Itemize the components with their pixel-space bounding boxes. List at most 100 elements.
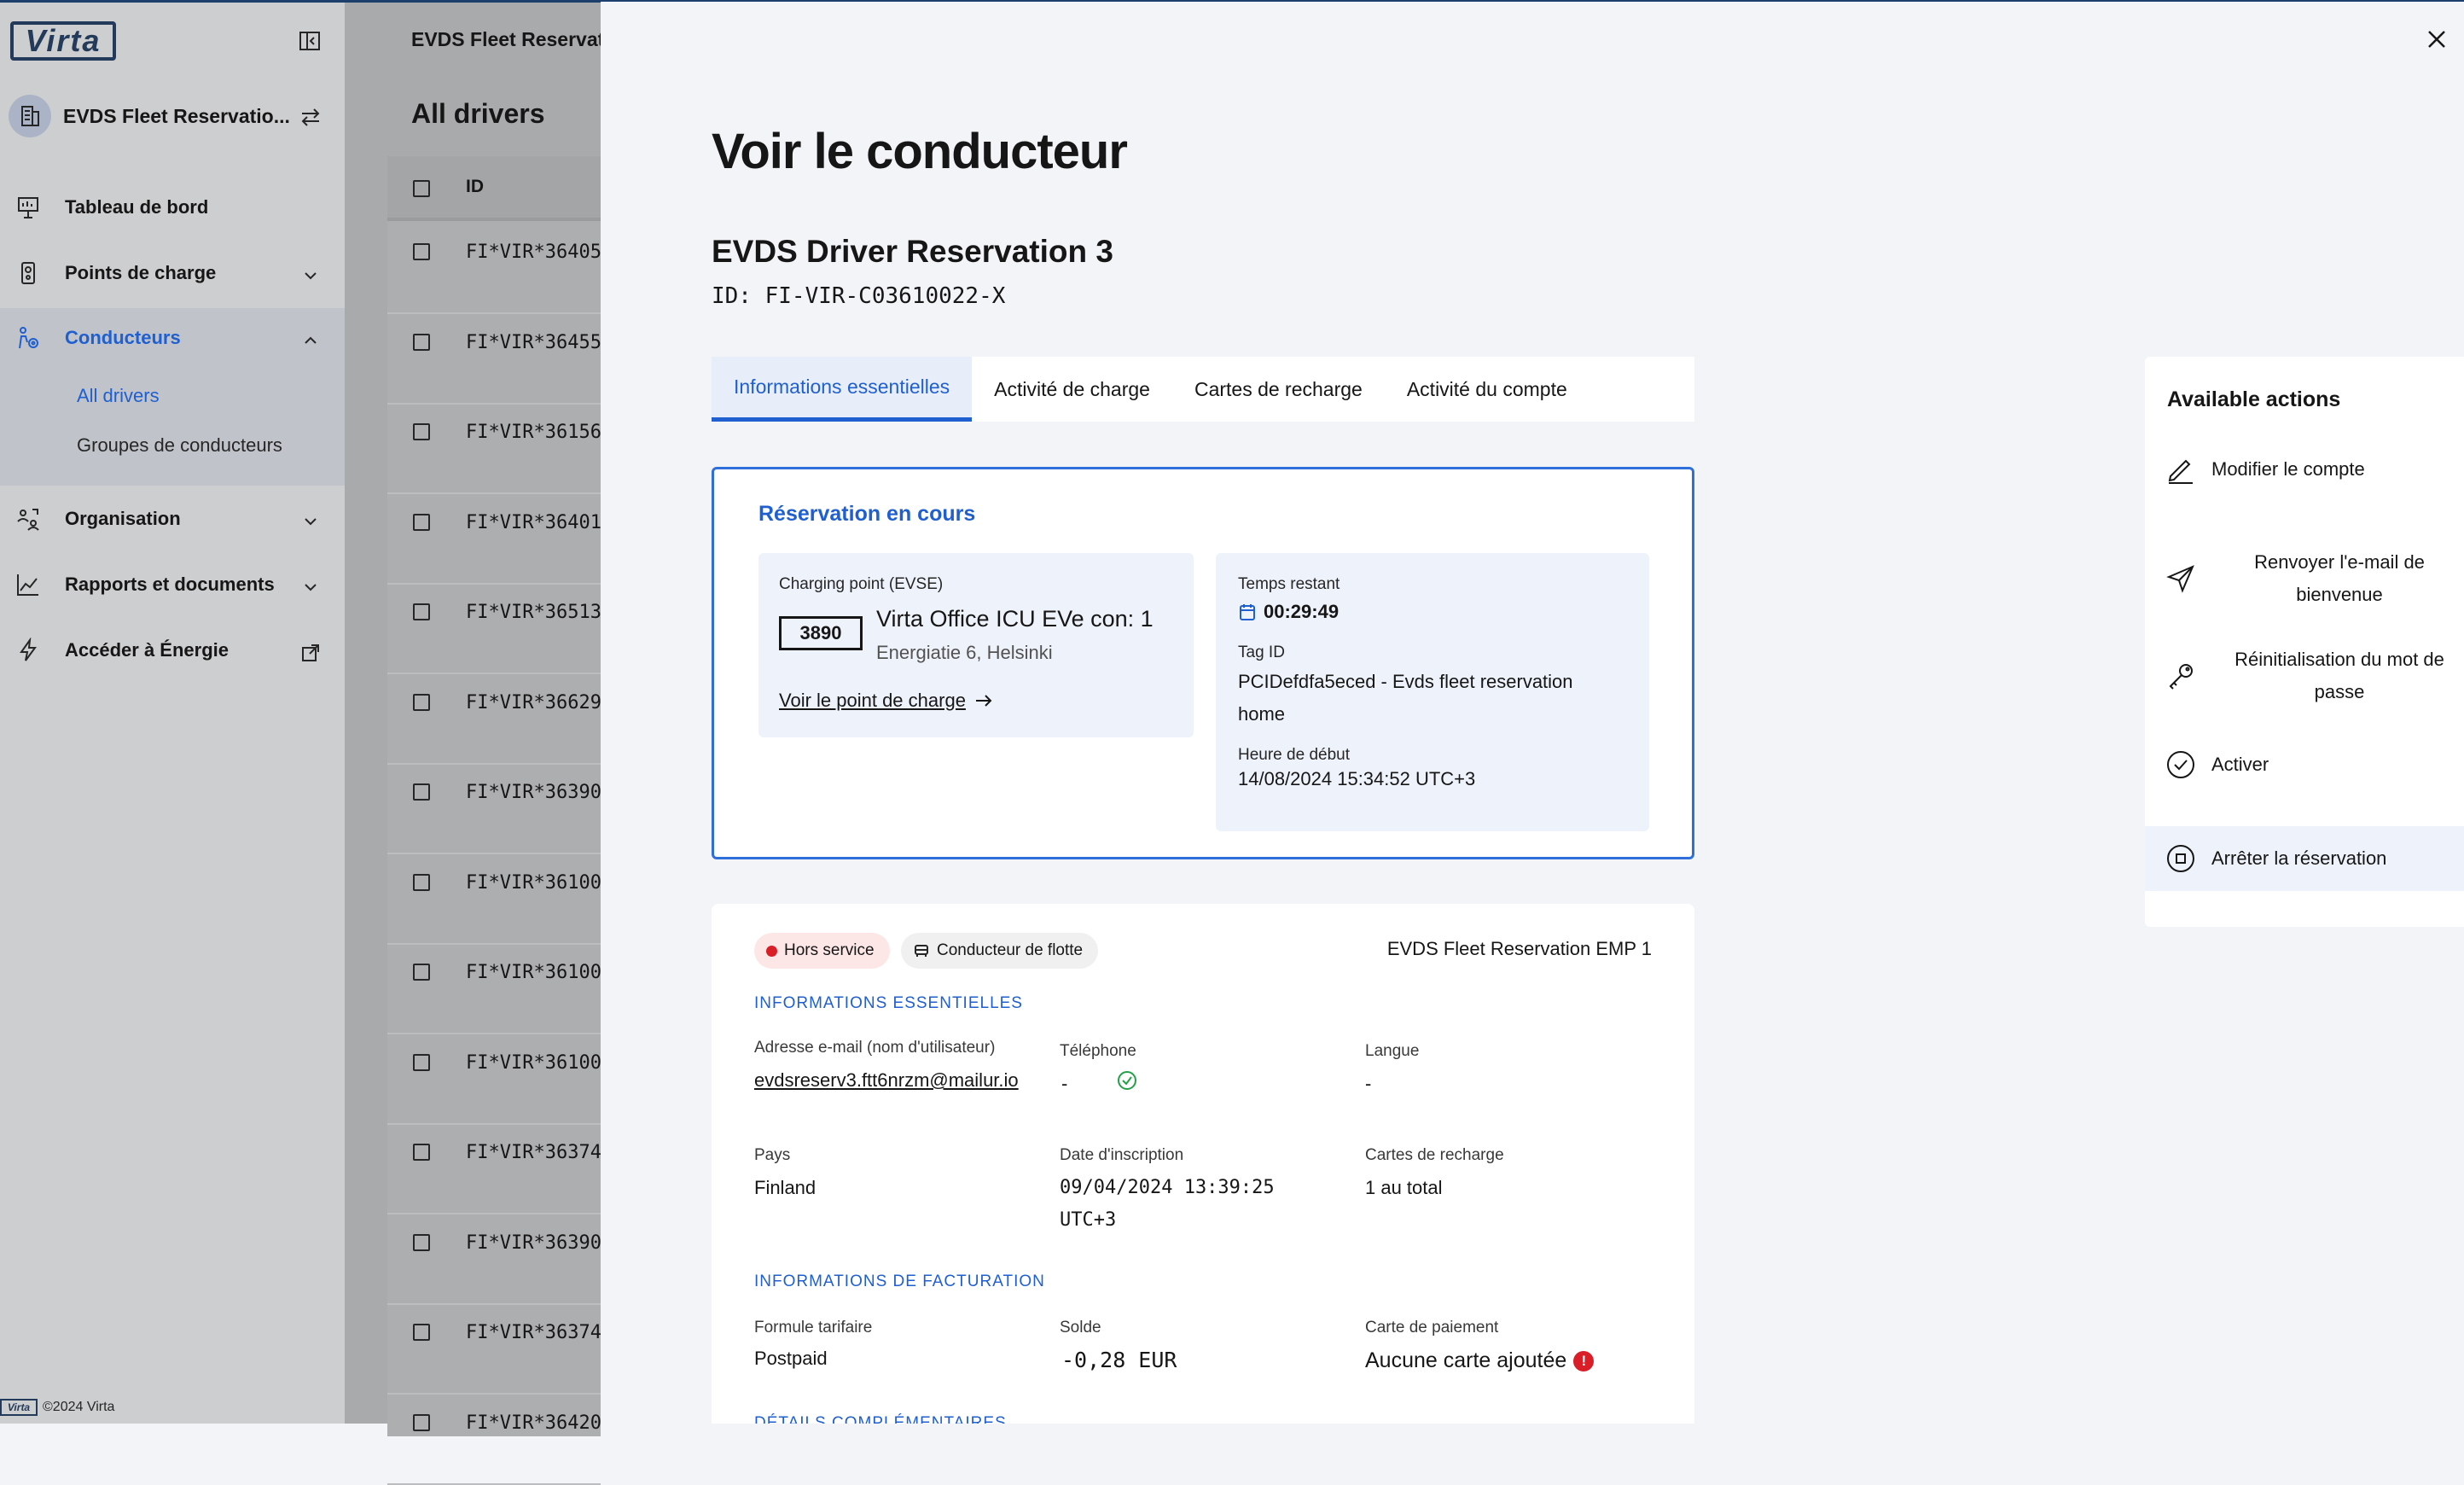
edit-account-action[interactable]: Modifier le compte	[2145, 442, 2464, 497]
reservation-title: Réservation en cours	[758, 502, 976, 526]
row-checkbox[interactable]	[413, 693, 430, 711]
phone-label: Téléphone	[1060, 1042, 1136, 1060]
table-row[interactable]: FI*VIR*36420	[387, 1395, 601, 1485]
virta-logo[interactable]: Virta	[10, 21, 116, 61]
verified-check-icon	[1116, 1069, 1138, 1092]
table-row[interactable]: FI*VIR*36455	[387, 315, 601, 405]
phone-value: -	[1061, 1073, 1068, 1094]
resend-welcome-email-action[interactable]: Renvoyer l'e-mail de bienvenue	[2145, 544, 2464, 613]
nav-organization[interactable]: Organisation	[0, 489, 345, 549]
employer-name: EVDS Fleet Reservation EMP 1	[1386, 938, 1652, 959]
organization-switcher[interactable]: EVDS Fleet Reservatio...	[0, 91, 345, 143]
submenu-driver-groups[interactable]: Groupes de conducteurs	[77, 434, 282, 457]
tab-bar: Informations essentielles Activité de ch…	[712, 357, 1694, 422]
table-row[interactable]: FI*VIR*36405	[387, 224, 601, 314]
status-badge: Hors service	[754, 933, 890, 969]
section-additional-details: DÉTAILS COMPLÉMENTAIRES	[754, 1414, 1007, 1424]
nav-label: Tableau de bord	[65, 196, 209, 218]
email-value[interactable]: evdsreserv3.ftt6nrzm@mailur.io	[754, 1064, 1027, 1097]
switch-arrows-icon[interactable]	[299, 105, 323, 129]
action-label: Renvoyer l'e-mail de bienvenue	[2254, 551, 2425, 605]
tag-id-label: Tag ID	[1238, 644, 1285, 661]
table-row[interactable]: FI*VIR*36100	[387, 1035, 601, 1125]
reset-password-action[interactable]: Réinitialisation du mot de passe	[2145, 642, 2464, 710]
nav-drivers[interactable]: Conducteurs	[0, 308, 345, 368]
table-row[interactable]: FI*VIR*36390	[387, 1215, 601, 1305]
table-row[interactable]: FI*VIR*36374	[387, 1125, 601, 1214]
row-id: FI*VIR*36374	[466, 1142, 601, 1163]
table-row[interactable]: FI*VIR*36629	[387, 675, 601, 765]
warning-icon: !	[1573, 1351, 1595, 1371]
pencil-icon	[2165, 454, 2196, 485]
drivers-icon	[15, 325, 41, 351]
row-checkbox[interactable]	[413, 603, 430, 620]
row-checkbox[interactable]	[413, 513, 430, 531]
organization-icon	[15, 506, 41, 532]
nav-energy[interactable]: Accéder à Énergie	[0, 620, 345, 680]
available-actions-panel: Available actions Modifier le compte Ren…	[2145, 357, 2464, 927]
close-icon[interactable]	[2425, 27, 2449, 51]
signup-date-value: 09/04/2024 13:39:25 UTC+3	[1060, 1177, 1275, 1231]
row-id: FI*VIR*36513	[466, 602, 601, 623]
table-row[interactable]: FI*VIR*36374	[387, 1305, 601, 1395]
section-essential-info: INFORMATIONS ESSENTIELLES	[754, 994, 1023, 1012]
row-id: FI*VIR*36420	[466, 1412, 601, 1434]
row-checkbox[interactable]	[413, 1413, 430, 1431]
charging-point-address: Energiatie 6, Helsinki	[876, 642, 1053, 663]
tab-essential-info[interactable]: Informations essentielles	[712, 357, 973, 422]
tab-charging-activity[interactable]: Activité de charge	[972, 357, 1172, 422]
select-all-checkbox[interactable]	[413, 180, 430, 197]
pricing-plan-value: Postpaid	[754, 1348, 828, 1369]
email-label: Adresse e-mail (nom d'utilisateur)	[754, 1039, 996, 1057]
drawer-title: Voir le conducteur	[712, 124, 1128, 179]
start-time-label: Heure de début	[1238, 746, 1350, 764]
pricing-plan-label: Formule tarifaire	[754, 1319, 873, 1336]
row-id: FI*VIR*36390	[466, 782, 601, 803]
nav-reports[interactable]: Rapports et documents	[0, 555, 345, 614]
arrow-right-icon	[974, 693, 993, 708]
nav-dashboard[interactable]: Tableau de bord	[0, 178, 345, 237]
tab-charging-cards[interactable]: Cartes de recharge	[1172, 357, 1385, 422]
activate-action[interactable]: Activer	[2145, 737, 2464, 792]
row-checkbox[interactable]	[413, 423, 430, 440]
table-row[interactable]: FI*VIR*36390	[387, 765, 601, 854]
send-icon	[2165, 563, 2196, 594]
row-checkbox[interactable]	[413, 873, 430, 891]
drivers-submenu: All drivers Groupes de conducteurs	[0, 364, 345, 486]
table-row[interactable]: FI*VIR*36100	[387, 945, 601, 1034]
driver-info-card: Hors service Conducteur de flotte EVDS F…	[712, 904, 1694, 1424]
column-header-id: ID	[466, 177, 484, 196]
status-dot-icon	[766, 945, 777, 957]
table-row[interactable]: FI*VIR*36156	[387, 405, 601, 494]
row-checkbox[interactable]	[413, 1233, 430, 1251]
language-label: Langue	[1365, 1042, 1420, 1060]
row-checkbox[interactable]	[413, 1053, 430, 1071]
nav-charge-points[interactable]: Points de charge	[0, 243, 345, 303]
table-header: ID	[387, 156, 601, 221]
charging-cards-value: 1 au total	[1365, 1177, 1443, 1198]
row-checkbox[interactable]	[413, 783, 430, 801]
collapse-sidebar-icon[interactable]	[299, 30, 321, 52]
table-row[interactable]: FI*VIR*36401	[387, 495, 601, 585]
submenu-all-drivers[interactable]: All drivers	[77, 385, 160, 407]
tab-account-activity[interactable]: Activité du compte	[1385, 357, 1589, 422]
stop-reservation-action[interactable]: Arrêter la réservation	[2145, 826, 2464, 891]
row-checkbox[interactable]	[413, 1144, 430, 1161]
virta-footer-logo: Virta	[0, 1399, 38, 1416]
view-charging-point-link[interactable]: Voir le point de charge	[779, 690, 993, 712]
current-reservation-card: Réservation en cours Charging point (EVS…	[712, 467, 1694, 859]
dashboard-icon	[15, 195, 41, 220]
row-checkbox[interactable]	[413, 964, 430, 981]
row-checkbox[interactable]	[413, 333, 430, 351]
table-row[interactable]: FI*VIR*36100	[387, 855, 601, 945]
action-label: Arrêter la réservation	[2211, 847, 2387, 869]
charging-point-name: Virta Office ICU EVe con: 1	[876, 606, 1154, 632]
row-checkbox[interactable]	[413, 243, 430, 260]
copyright: ©2024 Virta	[43, 1400, 115, 1414]
row-checkbox[interactable]	[413, 1324, 430, 1341]
chevron-down-icon	[300, 265, 321, 286]
page-heading: All drivers	[411, 98, 545, 129]
table-row[interactable]: FI*VIR*36513	[387, 585, 601, 674]
payment-card-label: Carte de paiement	[1365, 1319, 1499, 1336]
link-label: Voir le point de charge	[779, 690, 966, 711]
